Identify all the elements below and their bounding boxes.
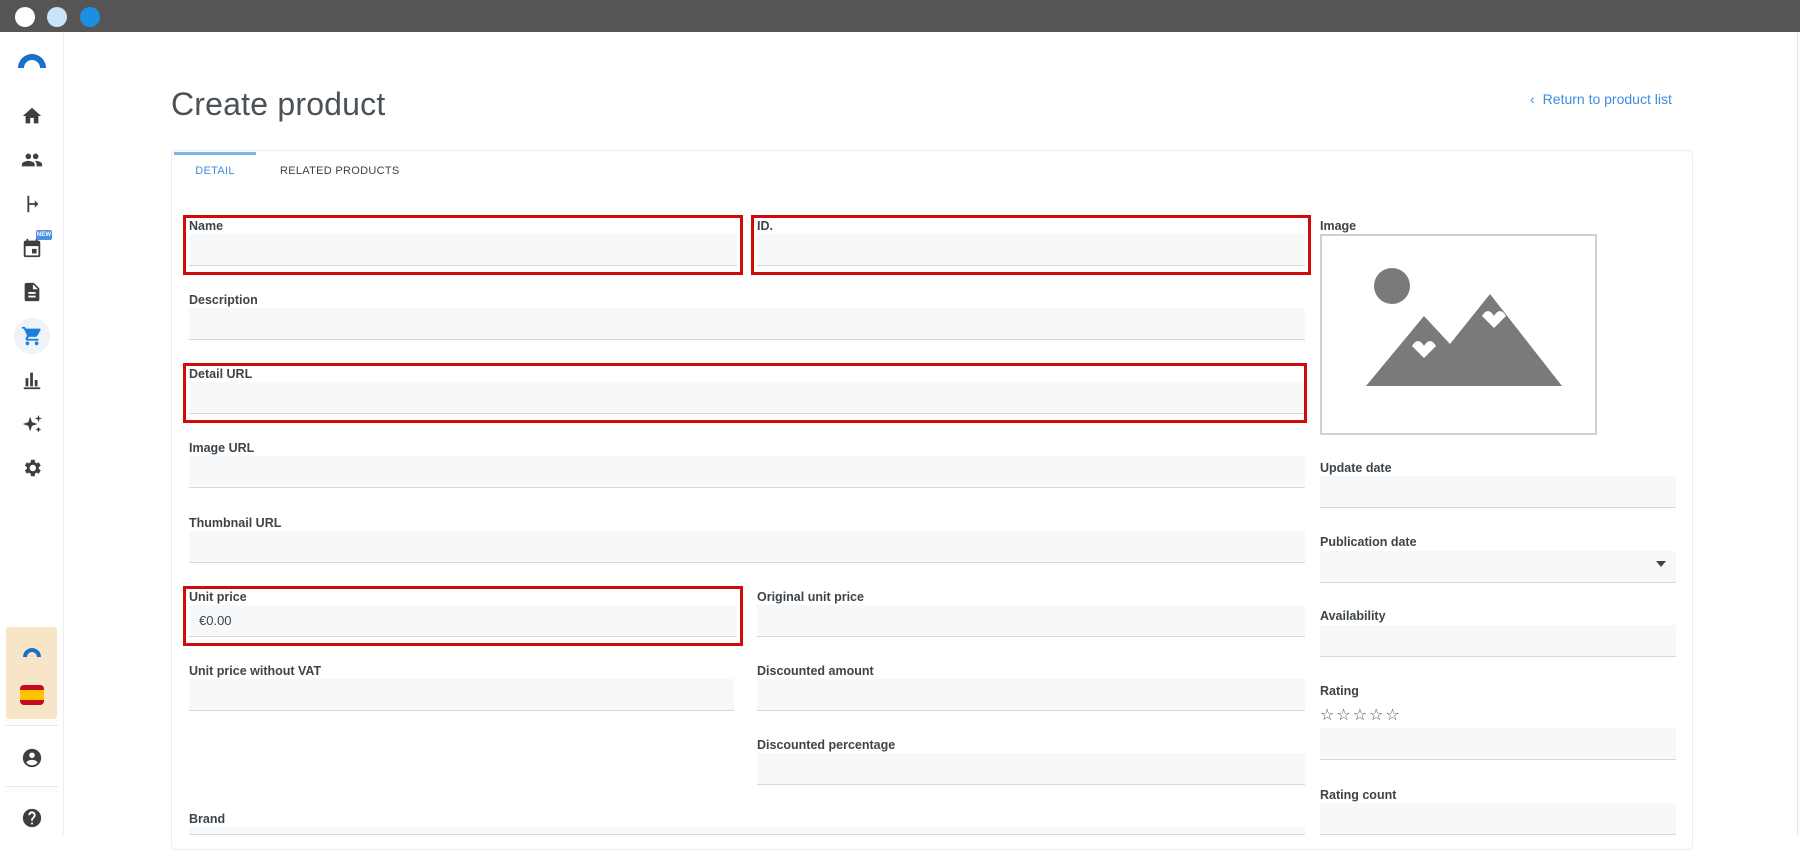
window-titlebar: [0, 0, 1800, 32]
unit-price-highlight: [183, 586, 743, 646]
original-unit-price-label: Original unit price: [757, 590, 864, 604]
image-url-input[interactable]: [189, 456, 1305, 488]
sparkle-icon: [22, 414, 43, 433]
original-unit-price-input[interactable]: [757, 605, 1305, 637]
sidebar-item-products[interactable]: [14, 318, 50, 354]
sidebar-item-documents[interactable]: [14, 274, 50, 310]
image-placeholder-icon: [1366, 268, 1562, 386]
rating-stars[interactable]: ☆☆☆☆☆: [1320, 705, 1402, 725]
publication-date-label: Publication date: [1320, 535, 1417, 549]
sidebar-item-settings[interactable]: [14, 450, 50, 486]
image-label: Image: [1320, 219, 1357, 233]
help-icon: [22, 808, 42, 828]
calendar-icon: [23, 238, 41, 258]
spain-flag-icon[interactable]: [20, 685, 44, 705]
availability-label: Availability: [1320, 609, 1386, 623]
discounted-percentage-input[interactable]: [757, 753, 1305, 785]
publication-date-select[interactable]: [1320, 551, 1676, 583]
tenant-switcher[interactable]: [6, 627, 57, 719]
unit-price-without-vat-input[interactable]: [189, 679, 734, 711]
cart-icon: [21, 326, 41, 346]
thumbnail-url-input[interactable]: [189, 531, 1305, 563]
name-highlight: [183, 215, 743, 275]
product-image-placeholder[interactable]: [1320, 234, 1597, 435]
discounted-percentage-label: Discounted percentage: [757, 738, 896, 752]
sidebar-item-home[interactable]: [14, 98, 50, 134]
users-icon: [21, 153, 43, 167]
document-icon: [24, 282, 40, 302]
rating-count-label: Rating count: [1320, 788, 1397, 802]
return-link-label: Return to product list: [1542, 91, 1672, 107]
image-url-label: Image URL: [189, 441, 255, 455]
gear-icon: [24, 459, 41, 477]
discounted-amount-input[interactable]: [757, 679, 1305, 711]
description-label: Description: [189, 293, 258, 307]
branch-icon: [27, 195, 39, 213]
new-badge: NEW: [36, 230, 52, 240]
home-icon: [22, 107, 42, 124]
bar-chart-icon: [23, 372, 41, 390]
description-input[interactable]: [189, 308, 1305, 340]
rating-count-input[interactable]: [1320, 803, 1676, 835]
account-icon: [22, 748, 42, 768]
sidebar-item-help[interactable]: [14, 800, 50, 836]
sidebar-item-ai[interactable]: [14, 406, 50, 442]
thumbnail-url-label: Thumbnail URL: [189, 516, 282, 530]
unit-price-without-vat-label: Unit price without VAT: [189, 664, 322, 678]
update-date-input[interactable]: [1320, 476, 1676, 508]
tab-detail[interactable]: DETAIL: [174, 152, 256, 190]
sidebar: NEW: [0, 32, 64, 835]
window-minimize-dot[interactable]: [47, 7, 67, 27]
window-maximize-dot[interactable]: [80, 7, 100, 27]
page-title: Create product: [171, 86, 386, 122]
tenant-logo: [23, 648, 41, 657]
rating-label: Rating: [1320, 684, 1359, 698]
sidebar-item-analytics[interactable]: [14, 362, 50, 398]
window-close-dot[interactable]: [15, 7, 35, 27]
brand-logo[interactable]: [14, 48, 50, 72]
rating-input[interactable]: [1320, 728, 1676, 760]
brand-label: Brand: [189, 812, 226, 826]
sidebar-item-journeys[interactable]: [14, 186, 50, 222]
availability-input[interactable]: [1320, 625, 1676, 657]
chevron-left-icon: ‹: [1530, 91, 1535, 107]
discounted-amount-label: Discounted amount: [757, 664, 874, 678]
detail-url-highlight: [183, 363, 1307, 423]
sidebar-divider: [6, 786, 58, 787]
sidebar-item-calendar[interactable]: NEW: [14, 230, 52, 266]
caret-down-icon[interactable]: [1656, 561, 1666, 567]
id-highlight: [751, 215, 1311, 275]
sidebar-item-users[interactable]: [14, 142, 50, 178]
brand-input[interactable]: [189, 827, 1305, 835]
return-to-list-link[interactable]: ‹ Return to product list: [1530, 91, 1672, 107]
sidebar-item-account[interactable]: [14, 740, 50, 776]
update-date-label: Update date: [1320, 461, 1392, 475]
sidebar-divider: [6, 725, 58, 726]
tab-related-products[interactable]: RELATED PRODUCTS: [280, 152, 400, 190]
